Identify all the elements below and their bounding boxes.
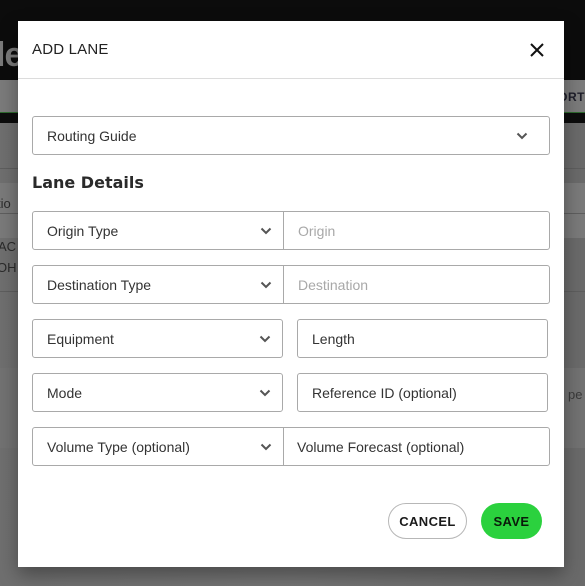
routing-guide-label: Routing Guide [47, 127, 137, 144]
background-table-cell: OH [0, 260, 17, 275]
destination-type-label: Destination Type [47, 276, 152, 293]
close-icon [530, 43, 544, 57]
mode-select[interactable]: Mode [32, 373, 283, 412]
chevron-down-icon [249, 227, 283, 235]
save-button[interactable]: SAVE [481, 503, 542, 539]
add-lane-modal: ADD LANE Routing Guide Lane Details Orig… [18, 21, 564, 567]
background-table-cell: pe [568, 387, 583, 402]
volume-forecast-label: Volume Forecast (optional) [297, 438, 465, 455]
volume-type-select[interactable]: Volume Type (optional) [32, 427, 284, 466]
destination-placeholder: Destination [298, 276, 369, 293]
origin-type-label: Origin Type [47, 222, 119, 239]
length-label: Length [312, 330, 355, 347]
volume-type-label: Volume Type (optional) [47, 438, 190, 455]
volume-forecast-input[interactable]: Volume Forecast (optional) [283, 427, 550, 466]
chevron-down-icon [495, 132, 549, 140]
chevron-down-icon [249, 281, 283, 289]
origin-type-select[interactable]: Origin Type [32, 211, 284, 250]
background-table-cell: AC [0, 239, 17, 254]
origin-input[interactable]: Origin [283, 211, 550, 250]
close-button[interactable] [528, 41, 546, 59]
modal-header: ADD LANE [18, 21, 564, 79]
mode-label: Mode [47, 384, 83, 401]
length-input[interactable]: Length [297, 319, 548, 358]
chevron-down-icon [248, 335, 282, 343]
reference-id-input[interactable]: Reference ID (optional) [297, 373, 548, 412]
destination-input[interactable]: Destination [283, 265, 550, 304]
origin-placeholder: Origin [298, 222, 336, 239]
section-title-lane-details: Lane Details [32, 173, 144, 192]
reference-id-label: Reference ID (optional) [312, 384, 457, 401]
chevron-down-icon [249, 443, 283, 451]
destination-type-select[interactable]: Destination Type [32, 265, 284, 304]
modal-title: ADD LANE [32, 41, 109, 58]
chevron-down-icon [248, 389, 282, 397]
cancel-button[interactable]: CANCEL [388, 503, 467, 539]
background-table-header-cell: tio [0, 196, 11, 211]
equipment-label: Equipment [47, 330, 114, 347]
equipment-select[interactable]: Equipment [32, 319, 283, 358]
routing-guide-select[interactable]: Routing Guide [32, 116, 550, 155]
